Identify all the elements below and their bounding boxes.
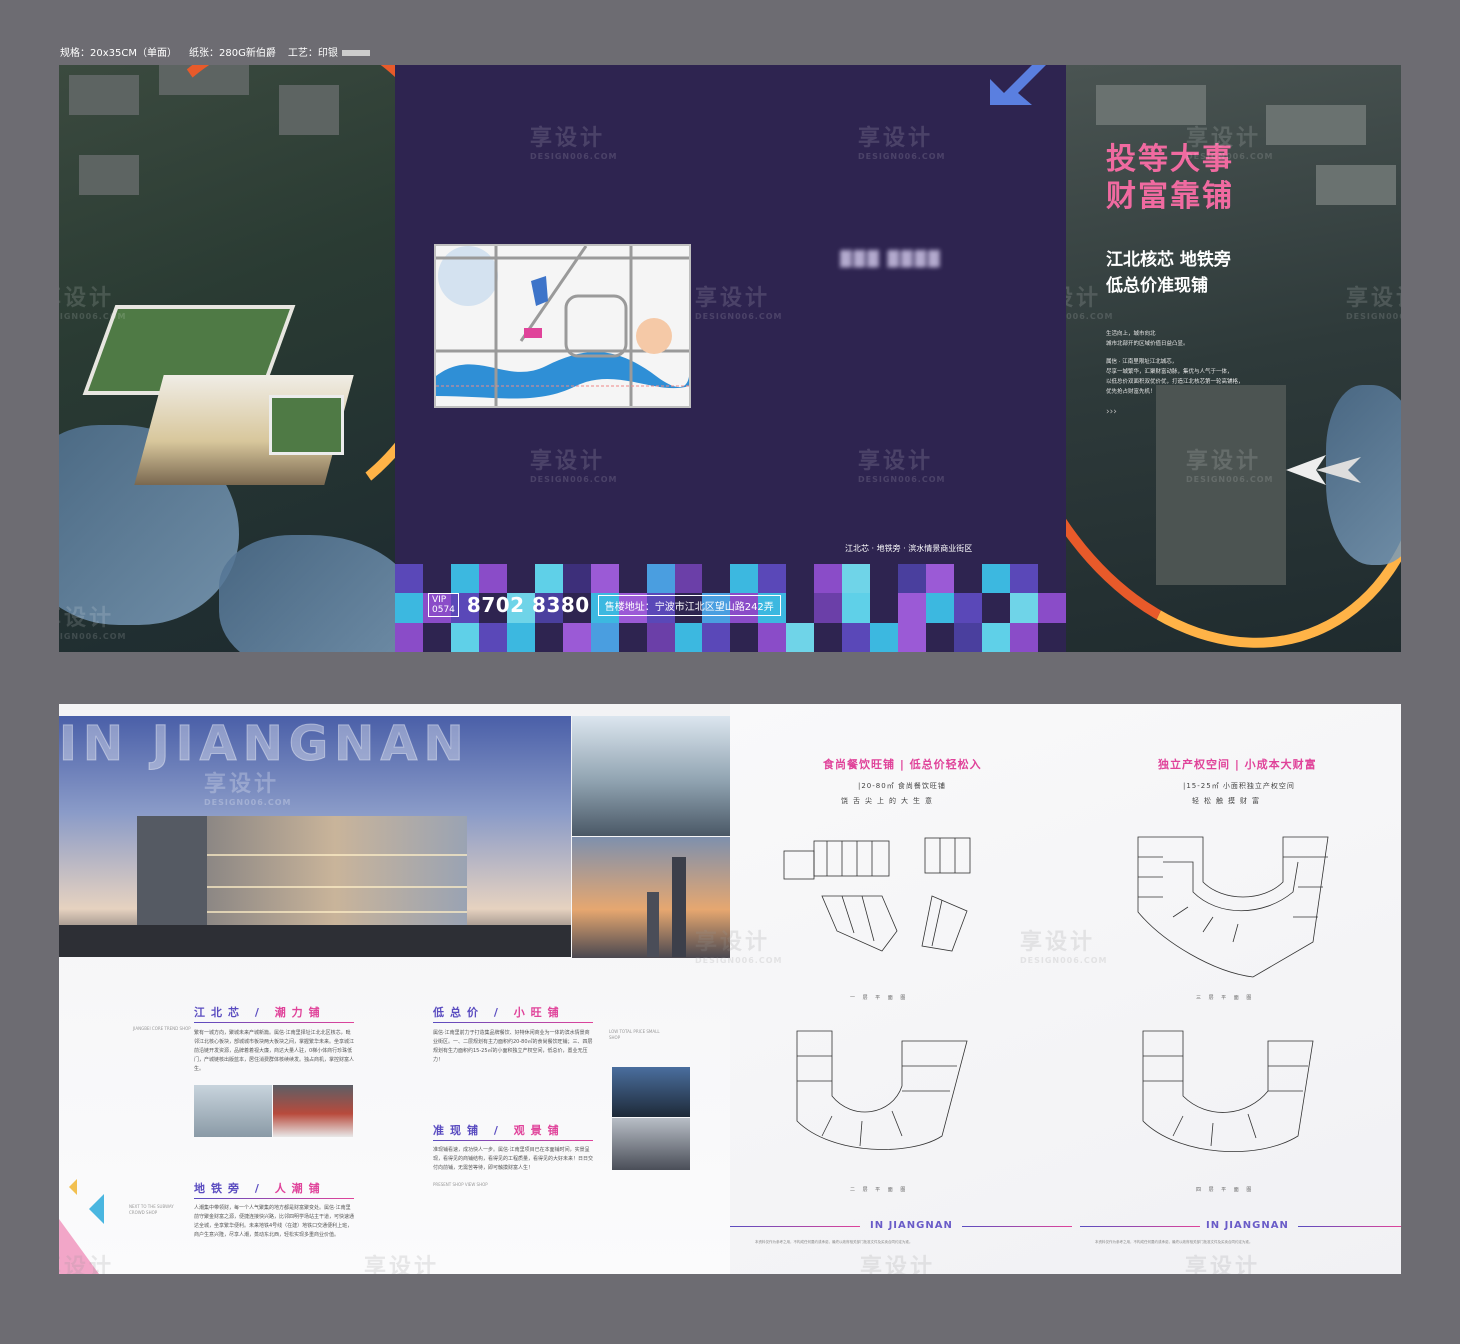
- plan-right-slogan: 轻松触摸财富: [1192, 797, 1264, 805]
- watermark: 享设计DESIGN006.COM: [1186, 449, 1274, 484]
- spec-size: 规格：20x35CM（单面）: [60, 48, 177, 59]
- cap-4f: 四 层 平 面 图: [1196, 1187, 1255, 1193]
- watermark: 享设计DESIGN006.COM: [530, 126, 618, 161]
- spec-craft: 工艺：印银: [288, 44, 370, 59]
- inner-right: 食尚餐饮旺铺 | 低总价轻松入 |20-80㎡ 食尚餐饮旺铺 饶舌尖上的大生意 …: [695, 704, 1401, 1274]
- vip-label: VIP 0574: [428, 593, 459, 617]
- watermark: 享设计DESIGN006.COM: [860, 1255, 936, 1274]
- disclaimer-left: 本资料仅作为参考之用，不构成任何要约或承诺，最终以政府相关部门批准文件及买卖合同…: [755, 1240, 913, 1244]
- aerial-render-panel: 享设计DESIGN006.COM 享设计DESIGN006.COM: [59, 65, 395, 652]
- sec2-body: 属信·江南里前力于打造集品牌餐饮、好特休闲商业为一体的滨水情景商业街区。一、二层…: [433, 1030, 593, 1063]
- brand-logo: ▓▓▓ ▓▓▓▓: [840, 250, 942, 268]
- cap-3f: 三 层 平 面 图: [1196, 995, 1255, 1001]
- cap-1f: 一 层 平 面 图: [850, 995, 909, 1001]
- watermark: 享设计DESIGN006.COM: [59, 1255, 115, 1274]
- sec2-title: 低总价 / 小旺铺: [433, 1006, 565, 1019]
- outer-spread: 享设计DESIGN006.COM 享设计DESIGN006.COM: [59, 65, 1401, 652]
- watermark: 享设计DESIGN006.COM: [1186, 126, 1274, 161]
- watermark: 享设计DESIGN006.COM: [858, 449, 946, 484]
- mall-facade: [137, 816, 467, 931]
- sec4-en: PRESENT SHOP VIEW SHOP: [433, 1182, 488, 1187]
- arrow-wing-icon: [1286, 455, 1361, 485]
- spec-paper: 纸张：280G新伯爵: [188, 48, 276, 59]
- thumb-dining: [612, 1067, 690, 1117]
- disclaimer-right: 本资料仅作为参考之用，不构成任何要约或承诺，最终以政府相关部门批准文件及买卖合同…: [1095, 1240, 1253, 1244]
- promo-body: 生活向上，城市向北 城市北部开的区域价值日益凸显。 属信 · 江南里限址江北城芯…: [1106, 329, 1256, 417]
- thumb-crowd: [612, 1118, 690, 1170]
- sec1-title: 江北芯 / 潮力铺: [194, 1006, 326, 1019]
- photo-waterfront: [572, 716, 730, 836]
- sales-address: 售楼地址：宁波市江北区望山路242弄: [597, 594, 781, 616]
- thumb-metro: [273, 1085, 353, 1137]
- watermark: 享设计DESIGN006.COM: [1185, 1255, 1261, 1274]
- hero-render: IN JIANGNAN: [59, 716, 571, 957]
- spec-line: 规格：20x35CM（单面） 纸张：280G新伯爵 工艺：印银: [60, 44, 370, 59]
- sec3-body: 人潮集中带领财，每一个人气聚集的地方都是财富聚变处。属信·江南里前守聚金财富之源…: [194, 1205, 355, 1238]
- thumb-station: [194, 1085, 272, 1137]
- watermark: 享设计DESIGN006.COM: [364, 1255, 440, 1274]
- plan-left-title: 食尚餐饮旺铺 | 低总价轻松入: [823, 758, 982, 771]
- watermark: 享设计DESIGN006.COM: [858, 126, 946, 161]
- promo-panel: 投等大事 财富靠铺 江北核芯 地铁旁 低总价准现铺 生活向上，城市向北 城市北部…: [1066, 65, 1401, 652]
- contact-bar: VIP 0574 8702 8380 售楼地址：宁波市江北区望山路242弄: [428, 593, 781, 617]
- watermark: 享设计DESIGN006.COM: [59, 606, 127, 641]
- chevrons-icon: ›››: [1106, 407, 1117, 417]
- sec4-body: 准现铺看速，成功快人一步。属信·江南里项目已在本面铺时间，实景呈现，看得见的商铺…: [433, 1147, 594, 1171]
- plan-right-area: |15-25㎡ 小面积独立产权空间: [1183, 782, 1295, 790]
- watermark: 享设计DESIGN006.COM: [59, 286, 127, 321]
- location-map[interactable]: [434, 244, 691, 408]
- floorplan-3f: [1137, 836, 1329, 978]
- floorplan-2f: [796, 1030, 968, 1150]
- sec2-en: LOW TOTAL PRICE SMALL SHOP: [609, 1029, 660, 1040]
- watermark: 享设计DESIGN006.COM: [1346, 286, 1401, 321]
- plan-left-area: |20-80㎡ 食尚餐饮旺铺: [858, 782, 946, 790]
- watermark: 享设计DESIGN006.COM: [530, 449, 618, 484]
- plan-right-title: 独立产权空间 | 小成本大财富: [1158, 758, 1317, 771]
- watermark: 享设计DESIGN006.COM: [1066, 286, 1114, 321]
- floorplan-4f: [1142, 1030, 1314, 1153]
- plan-left-slogan: 饶舌尖上的大生意: [841, 797, 937, 805]
- cover-tagline: 江北芯 · 地铁旁 · 滨水情景商业街区: [845, 544, 973, 553]
- hero-title: IN JIANGNAN: [59, 716, 470, 773]
- sec3-en: NEXT TO THE SUBWAY CROWD SHOP: [129, 1204, 174, 1215]
- watermark: 享设计DESIGN006.COM: [695, 930, 783, 965]
- cover-panel: ▓▓▓ ▓▓▓▓ 江北芯 · 地铁旁 · 滨水情景商业街区 VIP 0574 87…: [395, 65, 1066, 652]
- inner-left: IN JIANGNAN JIANGBEI CORE TREND SHOP 江北芯…: [59, 704, 730, 1274]
- phone-number[interactable]: 8702 8380: [467, 593, 590, 617]
- promo-subheadline: 江北核芯 地铁旁 低总价准现铺: [1106, 250, 1231, 296]
- arrow-corner-icon: [990, 65, 1046, 105]
- cap-2f: 二 层 平 面 图: [850, 1187, 909, 1193]
- footer-brand-right: IN JIANGNAN: [1206, 1220, 1289, 1231]
- map-graphic: [436, 245, 690, 406]
- floorplan-1f: [783, 837, 971, 952]
- inner-spread: IN JIANGNAN JIANGBEI CORE TREND SHOP 江北芯…: [59, 704, 1401, 1274]
- sec1-en: JIANGBEI CORE TREND SHOP: [133, 1026, 191, 1031]
- watermark: 享设计DESIGN006.COM: [695, 286, 783, 321]
- sec3-title: 地铁旁 / 人潮铺: [194, 1182, 326, 1195]
- footer-brand-left: IN JIANGNAN: [870, 1220, 953, 1231]
- sec4-title: 准现铺 / 观景铺: [433, 1124, 565, 1137]
- watermark: 享设计DESIGN006.COM: [1020, 930, 1108, 965]
- sec1-body: 繁有一城方向，聚城未来产城新篇。属信·江南里择址江北北区核芯，毗邻江北核心板块，…: [194, 1030, 355, 1072]
- watermark: 享设计DESIGN006.COM: [204, 772, 292, 807]
